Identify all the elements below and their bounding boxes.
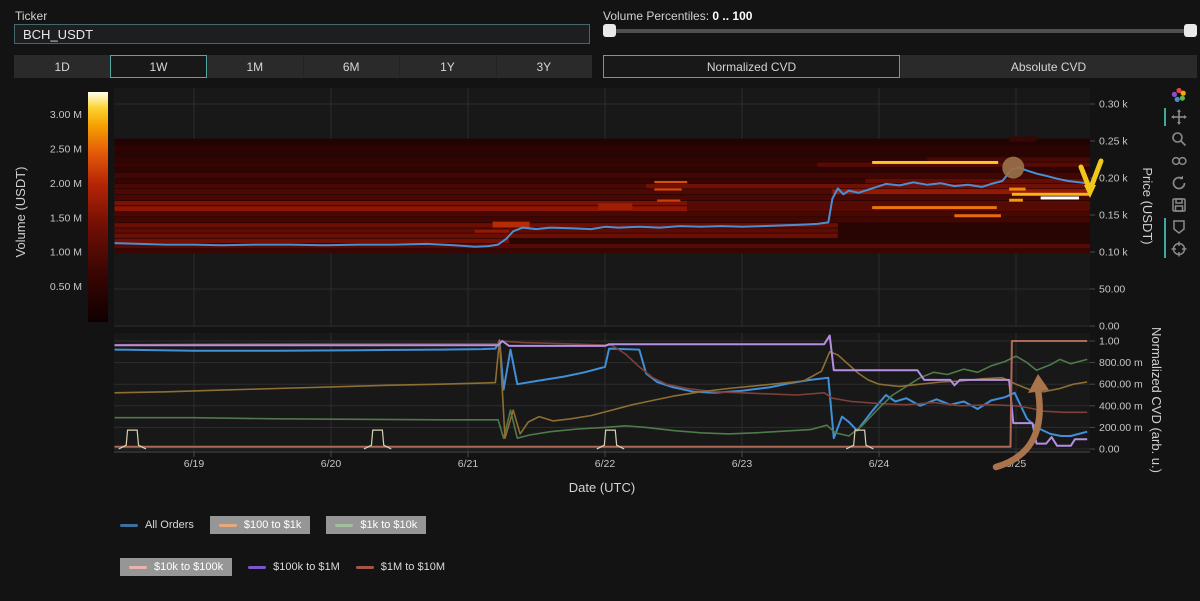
volume-percentiles-slider[interactable]: [603, 24, 1197, 38]
volume-percentiles-value: 0 .. 100: [712, 9, 753, 23]
svg-text:6/23: 6/23: [732, 458, 753, 470]
svg-text:0.00: 0.00: [1099, 321, 1120, 333]
svg-text:0.30 k: 0.30 k: [1099, 99, 1128, 111]
modebar-active-indicator: [1164, 218, 1166, 258]
volume-percentiles-label: Volume Percentiles: 0 .. 100: [603, 9, 752, 23]
svg-text:1.00 M: 1.00 M: [50, 247, 82, 259]
svg-text:6/20: 6/20: [321, 458, 342, 470]
hover-closest-icon[interactable]: [1170, 218, 1188, 236]
date-axis-ticks: 6/19 6/20 6/21 6/22 6/23 6/24 6/25: [184, 452, 1026, 470]
legend-dash: [129, 565, 147, 569]
svg-text:3.00 M: 3.00 M: [50, 109, 82, 121]
tab-normalized-cvd[interactable]: Normalized CVD: [603, 55, 900, 78]
crosshair-icon[interactable]: [1170, 240, 1188, 258]
tab-1y[interactable]: 1Y: [399, 55, 496, 78]
tab-6m[interactable]: 6M: [302, 55, 400, 78]
box-select-icon[interactable]: [1170, 152, 1188, 170]
legend-row: All Orders $100 to $1k $1k to $10k: [120, 516, 445, 534]
ticker-input[interactable]: [15, 25, 589, 43]
svg-text:1.00: 1.00: [1099, 336, 1120, 348]
tab-absolute-cvd[interactable]: Absolute CVD: [900, 55, 1197, 78]
svg-text:200.00 m: 200.00 m: [1099, 422, 1143, 434]
volume-colorbar: [88, 92, 108, 322]
legend-label: $1k to $10k: [360, 519, 418, 531]
svg-text:6/24: 6/24: [869, 458, 890, 470]
price-axis-ticks: 0.30 k 0.25 k 0.20 k 0.15 k 0.10 k 50.00 0.00: [1090, 99, 1128, 333]
plotly-logo-icon[interactable]: [1170, 86, 1188, 104]
reset-axes-icon[interactable]: [1170, 174, 1188, 192]
legend-label: $100k to $1M: [273, 561, 340, 573]
volume-percentiles-caption: Volume Percentiles:: [603, 9, 710, 23]
price-axis-title: Price (USDT): [1140, 167, 1155, 244]
svg-text:400.00 m: 400.00 m: [1099, 400, 1143, 412]
cvd-axis-title: Normalized CVD (arb. u.): [1149, 327, 1164, 473]
legend-item-all-orders[interactable]: All Orders: [120, 519, 194, 531]
volume-axis-title: Volume (USDT): [13, 166, 28, 257]
legend-dash: [335, 523, 354, 527]
legend-label: $10k to $100k: [154, 561, 224, 573]
legend-item--100-to-1k[interactable]: $100 to $1k: [209, 516, 311, 534]
liquidity-heatmap: [114, 136, 1090, 254]
series-legend: All Orders $100 to $1k $1k to $10k $10k to…: [120, 516, 445, 601]
modebar-active-indicator: [1164, 108, 1166, 126]
tab-1w[interactable]: 1W: [110, 55, 207, 78]
legend-dash: [120, 523, 138, 527]
cvd-axis-ticks: 1.00 800.00 m 600.00 m 400.00 m 200.00 m 0.00: [1090, 336, 1143, 456]
svg-text:2.50 M: 2.50 M: [50, 144, 82, 156]
legend-item--10k-to-100k[interactable]: $10k to $100k: [120, 558, 233, 576]
volume-colorbar-ticks: 3.00 M 2.50 M 2.00 M 1.50 M 1.00 M 0.50 M: [50, 109, 82, 293]
date-axis-title: Date (UTC): [569, 480, 635, 495]
plotly-modebar: [1162, 86, 1192, 276]
svg-text:6/19: 6/19: [184, 458, 205, 470]
svg-text:0.25 k: 0.25 k: [1099, 136, 1128, 148]
legend-dash: [248, 565, 267, 569]
price-heatmap-figure[interactable]: 3.00 M 2.50 M 2.00 M 1.50 M 1.00 M 0.50 M Volu…: [0, 84, 1200, 505]
svg-text:0.00: 0.00: [1099, 444, 1120, 456]
legend-label: $100 to $1k: [243, 519, 302, 531]
svg-text:800.00 m: 800.00 m: [1099, 357, 1143, 369]
tab-3y[interactable]: 3Y: [495, 55, 592, 78]
legend-label: All Orders: [145, 519, 194, 531]
svg-text:0.50 M: 0.50 M: [50, 281, 82, 293]
svg-text:2.00 M: 2.00 M: [50, 178, 82, 190]
pan-icon[interactable]: [1170, 108, 1188, 126]
zoom-icon[interactable]: [1170, 130, 1188, 148]
svg-text:6/22: 6/22: [595, 458, 616, 470]
svg-text:50.00: 50.00: [1099, 284, 1125, 296]
legend-dash: [218, 523, 237, 527]
legend-row: $10k to $100k $100k to $1M $1M to $10M: [120, 558, 445, 576]
ticker-input-box: [14, 24, 590, 44]
ticker-label: Ticker: [15, 9, 48, 23]
svg-text:600.00 m: 600.00 m: [1099, 379, 1143, 391]
legend-item--1m-to-10m[interactable]: $1M to $10M: [355, 561, 445, 573]
save-icon[interactable]: [1170, 196, 1188, 214]
legend-item--1k-to-10k[interactable]: $1k to $10k: [326, 516, 427, 534]
slider-handle-max[interactable]: [1184, 24, 1197, 37]
svg-text:0.20 k: 0.20 k: [1099, 173, 1128, 185]
circle-annotation: [1002, 156, 1025, 179]
svg-text:0.15 k: 0.15 k: [1099, 210, 1128, 222]
tab-1m[interactable]: 1M: [206, 55, 303, 78]
legend-dash: [355, 565, 374, 569]
svg-text:0.10 k: 0.10 k: [1099, 247, 1128, 259]
legend-item--100k-to-1m[interactable]: $100k to $1M: [248, 561, 340, 573]
range-tabs: 1D 1W 1M 6M 1Y 3Y: [14, 55, 592, 78]
cvd-tabs: Normalized CVD Absolute CVD: [603, 55, 1197, 78]
tab-1d[interactable]: 1D: [14, 55, 111, 78]
slider-track[interactable]: [603, 29, 1197, 33]
svg-text:6/21: 6/21: [458, 458, 479, 470]
svg-text:1.50 M: 1.50 M: [50, 212, 82, 224]
legend-label: $1M to $10M: [380, 561, 445, 573]
slider-handle-min[interactable]: [603, 24, 616, 37]
